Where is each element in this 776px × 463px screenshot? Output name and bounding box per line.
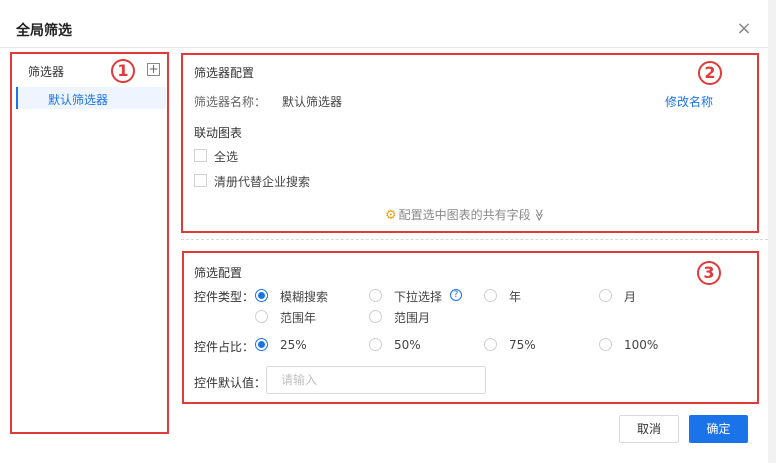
filter-list-item-label: 默认筛选器 — [48, 93, 109, 107]
cancel-button[interactable]: 取消 — [619, 415, 679, 443]
gear-icon: ⚙ — [385, 208, 397, 223]
radio-ratio-75[interactable] — [484, 338, 497, 351]
radio-fuzzy-search[interactable] — [255, 289, 268, 302]
filter-list-title: 筛选器 — [28, 65, 65, 79]
radio-ratio-100-label: 100% — [624, 338, 659, 352]
radio-month-range-label: 范围月 — [394, 311, 431, 325]
rename-link[interactable]: 修改名称 — [665, 93, 713, 110]
control-ratio-label: 控件占比： — [194, 340, 255, 354]
radio-dropdown-label: 下拉选择 — [394, 290, 443, 304]
filter-name-label: 筛选器名称： — [194, 95, 267, 109]
chart-checkbox[interactable] — [194, 174, 207, 187]
add-filter-icon[interactable]: + — [147, 63, 160, 76]
radio-year-range-label: 范围年 — [280, 311, 317, 325]
radio-ratio-50-label: 50% — [394, 338, 421, 352]
linked-charts-label: 联动图表 — [194, 126, 243, 140]
radio-ratio-75-label: 75% — [509, 338, 536, 352]
background-strip — [768, 0, 776, 463]
select-all-checkbox[interactable] — [194, 149, 207, 162]
radio-ratio-25-label: 25% — [280, 338, 307, 352]
close-icon[interactable]: × — [736, 20, 752, 38]
radio-ratio-100[interactable] — [599, 338, 612, 351]
annotation-badge-3: 3 — [697, 261, 721, 285]
filter-name-value: 默认筛选器 — [282, 95, 343, 109]
select-all-label: 全选 — [214, 150, 239, 164]
help-icon[interactable]: ? — [450, 289, 462, 301]
radio-fuzzy-search-label: 模糊搜索 — [280, 290, 329, 304]
default-value-label: 控件默认值： — [194, 376, 267, 390]
filter-config-title: 筛选器配置 — [194, 66, 255, 80]
radio-month[interactable] — [599, 289, 612, 302]
radio-year[interactable] — [484, 289, 497, 302]
annotation-box-1 — [10, 52, 169, 434]
shared-fields-link[interactable]: ⚙ 配置选中图表的共有字段≫ — [385, 206, 546, 223]
radio-year-range[interactable] — [255, 310, 268, 323]
radio-month-label: 月 — [624, 290, 637, 304]
dialog-title: 全局筛选 — [16, 23, 72, 39]
section-divider — [181, 239, 768, 240]
filter-list-item[interactable]: 默认筛选器 — [16, 87, 166, 109]
global-filter-dialog: 全局筛选 × 1 筛选器 + 默认筛选器 2 筛选器配置 筛选器名称： 默认筛选… — [0, 0, 768, 463]
radio-dropdown[interactable] — [369, 289, 382, 302]
header-divider — [0, 47, 768, 48]
default-value-input[interactable] — [266, 366, 486, 394]
radio-ratio-25[interactable] — [255, 338, 268, 351]
radio-month-range[interactable] — [369, 310, 382, 323]
annotation-badge-2: 2 — [698, 61, 722, 85]
shared-fields-label: 配置选中图表的共有字段 — [398, 208, 531, 222]
radio-year-label: 年 — [509, 290, 522, 304]
annotation-badge-1: 1 — [111, 59, 135, 83]
confirm-button[interactable]: 确定 — [689, 415, 748, 443]
control-config-title: 筛选配置 — [194, 266, 243, 280]
chevron-down-icon: ≫ — [531, 208, 546, 222]
chart-checkbox-label: 清册代替企业搜索 — [214, 175, 311, 189]
control-type-label: 控件类型： — [194, 290, 255, 304]
radio-ratio-50[interactable] — [369, 338, 382, 351]
